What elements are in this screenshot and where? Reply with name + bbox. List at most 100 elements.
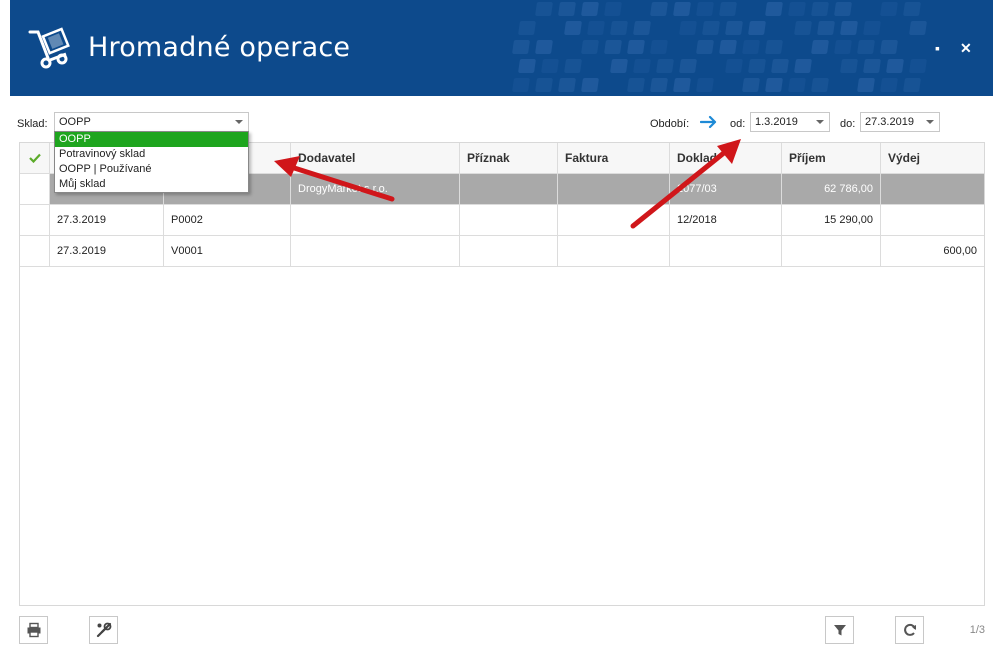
header-tile (771, 59, 789, 73)
header-tile (880, 78, 898, 92)
header-tile (564, 59, 582, 73)
print-button[interactable] (19, 616, 48, 644)
header-tile (535, 2, 553, 16)
table-row[interactable]: 27.3.2019 P0002 12/2018 15 290,00 (20, 205, 984, 236)
od-date-input[interactable]: 1.3.2019 (750, 112, 830, 132)
chevron-down-icon (235, 120, 243, 124)
header-tile (788, 2, 806, 16)
column-header[interactable]: Příjem (782, 143, 881, 173)
header-tile (673, 78, 691, 92)
header-tile (696, 2, 714, 16)
column-header[interactable]: Doklad (670, 143, 782, 173)
dropdown-option[interactable]: OOPP | Používané (55, 162, 248, 177)
header-tile (535, 78, 553, 92)
header-tile (834, 40, 852, 54)
header-tile (857, 78, 875, 92)
header-tile (541, 59, 559, 73)
table-cell: V0001 (164, 236, 291, 266)
header-tile (679, 59, 697, 73)
row-selector[interactable] (20, 236, 50, 266)
header-tile (581, 2, 599, 16)
header-tile (909, 59, 927, 73)
header-tile (742, 78, 760, 92)
header-tile (673, 2, 691, 16)
table-row[interactable]: 27.3.2019 V0001 600,00 (20, 236, 984, 267)
table-cell: 27.3.2019 (50, 236, 164, 266)
table-cell (460, 205, 558, 235)
dropdown-option[interactable]: OOPP (55, 132, 248, 147)
page-title: Hromadné operace (88, 32, 351, 63)
header-tile (679, 21, 697, 35)
sklad-select[interactable]: OOPP (54, 112, 249, 132)
row-selector[interactable] (20, 205, 50, 235)
filter-button[interactable] (825, 616, 854, 644)
table-cell: P0002 (164, 205, 291, 235)
od-date-value: 1.3.2019 (755, 116, 798, 128)
close-icon[interactable]: ✕ (960, 40, 972, 57)
table-cell: 15 290,00 (782, 205, 881, 235)
dropdown-option[interactable]: Potravinový sklad (55, 147, 248, 162)
header-tile (633, 59, 651, 73)
header-tile (765, 2, 783, 16)
table-cell (460, 174, 558, 204)
refresh-icon (903, 623, 916, 636)
row-selector[interactable] (20, 174, 50, 204)
table-cell (558, 236, 670, 266)
hand-truck-icon (28, 27, 70, 69)
operations-grid: Dodavatel Příznak Faktura Doklad Příjem … (19, 142, 985, 606)
chevron-down-icon (926, 120, 934, 124)
header-tile (558, 78, 576, 92)
column-header[interactable]: Příznak (460, 143, 558, 173)
table-cell: 27.3.2019 (50, 205, 164, 235)
table-cell (881, 205, 984, 235)
header-tile (840, 59, 858, 73)
header-tile (702, 21, 720, 35)
window-header: Hromadné operace ▪ ✕ (10, 0, 993, 96)
header-tile (558, 2, 576, 16)
refresh-button[interactable] (895, 616, 924, 644)
header-tile (817, 21, 835, 35)
header-tile (863, 59, 881, 73)
header-tile (627, 40, 645, 54)
column-header[interactable]: Faktura (558, 143, 670, 173)
header-tile (719, 2, 737, 16)
chevron-down-icon (816, 120, 824, 124)
header-tile (725, 59, 743, 73)
tools-button[interactable] (89, 616, 118, 644)
header-tile (656, 59, 674, 73)
header-tile (696, 40, 714, 54)
header-tile (903, 2, 921, 16)
header-tile (604, 2, 622, 16)
header-tile (512, 78, 530, 92)
sklad-select-value: OOPP (59, 116, 91, 128)
table-cell: DrogyMarket s.r.o. (291, 174, 460, 204)
header-tile (650, 40, 668, 54)
header-tile (696, 78, 714, 92)
printer-icon (27, 622, 40, 638)
check-icon[interactable] (20, 143, 50, 173)
header-tile (604, 40, 622, 54)
filter-icon (833, 625, 846, 636)
header-tile (748, 21, 766, 35)
column-header[interactable]: Dodavatel (291, 143, 460, 173)
header-tile (535, 40, 553, 54)
header-tile (788, 78, 806, 92)
header-tile (518, 59, 536, 73)
header-tile (811, 40, 829, 54)
header-tile (650, 2, 668, 16)
do-date-input[interactable]: 27.3.2019 (860, 112, 940, 132)
header-tile (725, 21, 743, 35)
header-tile (650, 78, 668, 92)
header-tile (627, 78, 645, 92)
dropdown-option[interactable]: Můj sklad (55, 177, 248, 192)
header-tile (794, 59, 812, 73)
column-header[interactable]: Výdej (881, 143, 984, 173)
table-cell: 600,00 (943, 245, 977, 257)
sklad-dropdown[interactable]: OOPP Potravinový sklad OOPP | Používané … (54, 131, 249, 193)
header-tile (748, 59, 766, 73)
table-cell (881, 174, 984, 204)
header-tile (880, 2, 898, 16)
maximize-icon[interactable]: ▪ (935, 40, 940, 56)
arrow-right-icon[interactable] (700, 115, 718, 129)
header-tile (834, 2, 852, 16)
